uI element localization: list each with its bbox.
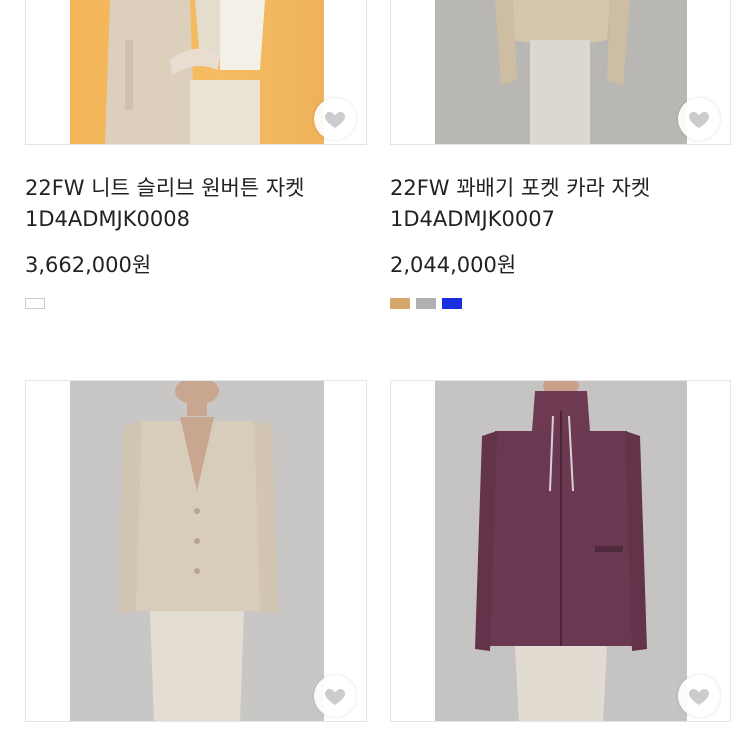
color-swatches xyxy=(25,298,45,309)
product-photo xyxy=(70,0,324,144)
product-card[interactable] xyxy=(377,378,754,754)
color-swatch xyxy=(25,298,45,309)
product-price: 3,662,000원 xyxy=(25,253,152,277)
product-price: 2,044,000원 xyxy=(390,253,517,277)
zip-jacket-illustration xyxy=(475,381,647,721)
product-title[interactable]: 22FW 꽈배기 포켓 카라 자켓 xyxy=(390,175,650,201)
color-swatch xyxy=(442,298,462,309)
product-card[interactable]: 22FW 니트 슬리브 원버튼 자켓 1D4ADMJK0008 3,662,00… xyxy=(0,0,377,340)
jacket-illustration xyxy=(495,0,630,144)
product-card[interactable] xyxy=(0,378,377,754)
color-swatch xyxy=(390,298,410,309)
product-photo xyxy=(70,381,324,721)
product-card[interactable]: 22FW 꽈배기 포켓 카라 자켓 1D4ADMJK0007 2,044,000… xyxy=(377,0,754,340)
heart-icon xyxy=(688,112,710,128)
color-swatches xyxy=(390,298,462,309)
jacket-illustration xyxy=(105,0,265,144)
product-image[interactable] xyxy=(25,380,367,722)
cardigan-illustration xyxy=(118,381,278,721)
product-image[interactable] xyxy=(390,0,731,145)
product-photo xyxy=(435,0,687,144)
wishlist-button[interactable] xyxy=(678,675,720,717)
heart-icon xyxy=(688,689,710,705)
wishlist-button[interactable] xyxy=(678,98,720,140)
color-swatch xyxy=(416,298,436,309)
product-title[interactable]: 22FW 니트 슬리브 원버튼 자켓 xyxy=(25,175,304,201)
product-code: 1D4ADMJK0007 xyxy=(390,207,555,231)
product-photo xyxy=(435,381,687,721)
product-image[interactable] xyxy=(390,380,731,722)
product-code: 1D4ADMJK0008 xyxy=(25,207,190,231)
heart-icon xyxy=(324,112,346,128)
product-image[interactable] xyxy=(25,0,367,145)
wishlist-button[interactable] xyxy=(314,675,356,717)
heart-icon xyxy=(324,689,346,705)
wishlist-button[interactable] xyxy=(314,98,356,140)
